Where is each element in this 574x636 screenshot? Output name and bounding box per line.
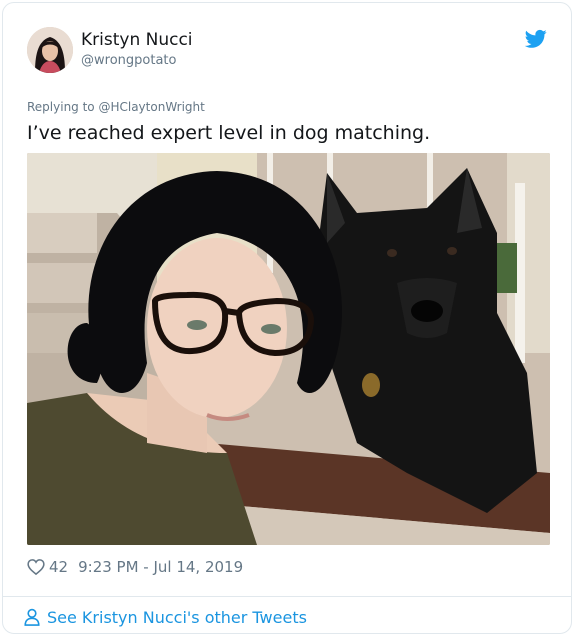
tweet-header: Kristyn Nucci @wrongpotato [27, 27, 547, 77]
selfie-with-dog-image [27, 153, 550, 545]
like-count[interactable]: 42 [49, 558, 68, 576]
twitter-bird-icon[interactable] [525, 29, 547, 49]
heart-icon[interactable] [27, 558, 45, 576]
replying-to-prefix: Replying to [27, 100, 99, 114]
person-icon [24, 608, 40, 626]
see-other-tweets-label: See Kristyn Nucci's other Tweets [47, 607, 307, 627]
replying-to: Replying to @HClaytonWright [27, 100, 205, 114]
see-other-tweets-link[interactable]: See Kristyn Nucci's other Tweets [23, 605, 307, 629]
author-names: Kristyn Nucci @wrongpotato [81, 29, 193, 71]
tweet-card: Kristyn Nucci @wrongpotato Replying to @… [2, 2, 572, 634]
tweet-timestamp[interactable]: 9:23 PM - Jul 14, 2019 [78, 558, 243, 576]
author-display-name[interactable]: Kristyn Nucci [81, 29, 193, 51]
author-handle[interactable]: @wrongpotato [81, 51, 193, 71]
tweet-photo[interactable] [27, 153, 550, 545]
avatar[interactable] [27, 27, 73, 73]
footer-divider [3, 596, 571, 597]
tweet-footer: 42 9:23 PM - Jul 14, 2019 [27, 555, 243, 579]
tweet-text: I’ve reached expert level in dog matchin… [27, 122, 431, 144]
replying-to-handle[interactable]: @HClaytonWright [98, 100, 204, 114]
